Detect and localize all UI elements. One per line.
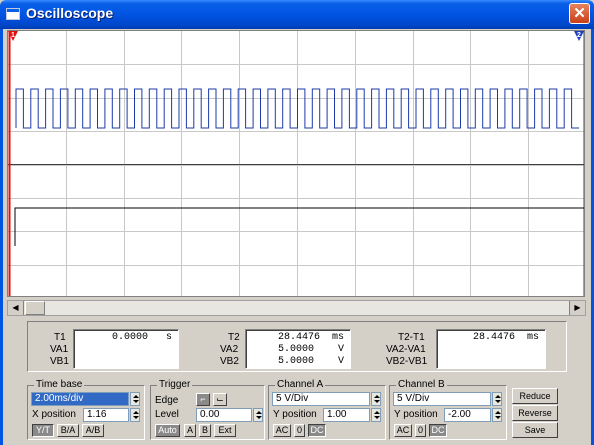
dvb-label: VB2-VB1: [386, 356, 428, 367]
x-position-field[interactable]: 1.16: [83, 408, 129, 422]
channel-a-ac-button[interactable]: AC: [273, 424, 291, 437]
va2-label: VA2: [220, 344, 239, 355]
channel-b-title: Channel B: [396, 379, 447, 390]
channel-a-zero-button[interactable]: 0: [294, 424, 305, 437]
va2-value: 5.0000 V: [277, 344, 344, 355]
delta-readout-box: 28.4476 ms: [436, 329, 546, 369]
mode-ab-button[interactable]: A/B: [82, 424, 104, 437]
trigger-a-button[interactable]: A: [184, 424, 196, 437]
time-base-title: Time base: [34, 379, 85, 390]
edge-label: Edge: [155, 395, 179, 406]
t2-label: T2: [228, 332, 240, 343]
channel-b-ac-button[interactable]: AC: [394, 424, 412, 437]
t2-readout-box: 28.4476 ms 5.0000 V 5.0000 V: [245, 329, 351, 369]
vb2-label: VB2: [220, 356, 239, 367]
channel-a-ypos-field[interactable]: 1.00: [323, 408, 370, 422]
channel-b-zero-button[interactable]: 0: [415, 424, 426, 437]
channel-b-volts-spinner[interactable]: [492, 392, 502, 406]
channel-a-ypos-label: Y position: [273, 409, 317, 420]
x-position-spinner[interactable]: [130, 408, 140, 422]
t2-value: 28.4476 ms: [277, 332, 344, 343]
scroll-right-button[interactable]: ▶: [569, 301, 585, 315]
channel-a-trace: [15, 88, 579, 129]
dt-value: 28.4476 ms: [472, 332, 539, 343]
channel-b-ypos-field[interactable]: -2.00: [444, 408, 491, 422]
channel-a-ypos-spinner[interactable]: [371, 408, 381, 422]
trigger-b-button[interactable]: B: [199, 424, 211, 437]
va1-label: VA1: [50, 344, 69, 355]
title-bar: Oscilloscope ✕: [0, 0, 594, 29]
t1-readout-box: 0.0000 s: [73, 329, 179, 369]
channel-a-title: Channel A: [275, 379, 326, 390]
readouts-panel: T1 VA1 VB1 0.0000 s T2 VA2 VB2 28.4476 m…: [27, 321, 567, 372]
vb2-value: 5.0000 V: [277, 356, 344, 367]
channel-b-dc-button[interactable]: DC: [429, 424, 447, 437]
channel-a-volts-field[interactable]: 5 V/Div: [272, 392, 370, 406]
channel-a-group: Channel A 5 V/Div Y position 1.00 AC 0 D…: [268, 379, 386, 440]
channel-b-volts-field[interactable]: 5 V/Div: [393, 392, 491, 406]
window-title: Oscilloscope: [26, 5, 114, 21]
trigger-auto-button[interactable]: Auto: [155, 424, 180, 437]
edge-rising-button[interactable]: ⌐: [196, 393, 210, 406]
horizontal-scrollbar[interactable]: ◀ ▶: [7, 300, 586, 316]
reduce-button[interactable]: Reduce: [512, 388, 558, 404]
trigger-group: Trigger Edge ⌐ ⌙ Level 0.00 Auto A B Ext: [150, 379, 265, 440]
channel-b-ypos-label: Y position: [394, 409, 438, 420]
channel-a-dc-button[interactable]: DC: [308, 424, 326, 437]
window-icon: [6, 8, 20, 20]
scope-screen: 1 2: [7, 30, 585, 297]
time-base-group: Time base 2.00ms/div X position 1.16 Y/T…: [27, 379, 145, 440]
scroll-thumb[interactable]: [25, 301, 45, 315]
save-button[interactable]: Save: [512, 422, 558, 438]
level-field[interactable]: 0.00: [196, 408, 252, 422]
edge-falling-button[interactable]: ⌙: [213, 393, 227, 406]
dva-label: VA2-VA1: [386, 344, 426, 355]
channel-b-ypos-spinner[interactable]: [492, 408, 502, 422]
mode-yt-button[interactable]: Y/T: [32, 424, 54, 437]
time-base-spinner[interactable]: [130, 392, 140, 406]
trigger-title: Trigger: [157, 379, 193, 390]
t1-value: 0.0000 s: [111, 332, 172, 343]
close-button[interactable]: ✕: [569, 3, 590, 24]
level-spinner[interactable]: [253, 408, 263, 422]
scroll-left-button[interactable]: ◀: [8, 301, 24, 315]
vb1-label: VB1: [50, 356, 69, 367]
x-position-label: X position: [32, 409, 76, 420]
trigger-ext-button[interactable]: Ext: [214, 424, 236, 437]
channel-b-trace: [14, 207, 584, 246]
dt-label: T2-T1: [398, 332, 425, 343]
channel-a-volts-spinner[interactable]: [371, 392, 381, 406]
reverse-button[interactable]: Reverse: [512, 405, 558, 421]
level-label: Level: [155, 409, 179, 420]
mode-ba-button[interactable]: B/A: [57, 424, 79, 437]
t1-label: T1: [54, 332, 66, 343]
channel-b-group: Channel B 5 V/Div Y position -2.00 AC 0 …: [389, 379, 507, 440]
scope-display: [8, 31, 584, 296]
time-base-field[interactable]: 2.00ms/div: [31, 392, 129, 406]
